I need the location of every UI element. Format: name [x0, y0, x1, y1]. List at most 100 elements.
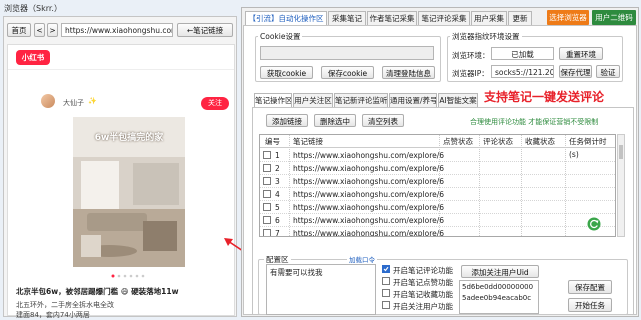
- author-badge: ✨: [88, 97, 97, 105]
- post-line-1: 北五环外，二手房全拆水电全改: [16, 301, 114, 309]
- row-link: https://www.xiaohongshu.com/explore/6: [293, 151, 445, 160]
- col-header-collect: 收藏状态: [525, 137, 555, 146]
- option-checkbox-collect[interactable]: [382, 289, 390, 297]
- usage-note: 合理使用评论功能 才能保证营销不受限制: [470, 118, 599, 126]
- env-group-label: 浏览器指纹环境设置: [450, 31, 522, 42]
- forward-button[interactable]: >: [47, 23, 58, 37]
- col-header-num: 编号: [265, 137, 280, 146]
- env-label: 浏览环境：: [452, 51, 490, 60]
- home-button[interactable]: 首页: [7, 23, 31, 37]
- option-label-comment[interactable]: 开启笔记评论功能: [393, 265, 453, 276]
- browser-pane: 首页 < > https://www.xiaohongshu.com/explo…: [3, 16, 237, 319]
- row-checkbox[interactable]: [263, 229, 271, 236]
- delete-selected-button[interactable]: 删除选中: [314, 114, 356, 127]
- post-line-2: 建面84，套内74小两居: [16, 311, 90, 319]
- load-command-link[interactable]: 加载口令: [347, 254, 377, 264]
- url-input[interactable]: https://www.xiaohongshu.com/explore: [61, 23, 173, 37]
- divider: [8, 69, 234, 70]
- env-status-field: 已加载: [491, 47, 554, 60]
- tab-note-operations[interactable]: 笔记操作区: [254, 93, 292, 107]
- option-label-collect[interactable]: 开启笔记收藏功能: [393, 289, 453, 300]
- select-browser-button[interactable]: 选择浏览器: [547, 10, 589, 25]
- webview: 小红书 大仙子 ✨ 关注 6w半包搞完的家 北京半包6w，被邻居踢爆门槛 😄 硬…: [7, 44, 235, 319]
- row-link: https://www.xiaohongshu.com/explore/6: [293, 216, 445, 225]
- notes-table[interactable]: 编号 笔记链接 点赞状态 评论状态 收藏状态 任务倒计时(s) 1 https:/…: [259, 134, 616, 237]
- option-checkbox-comment[interactable]: [382, 265, 390, 273]
- reset-env-button[interactable]: 重置环境: [559, 47, 603, 60]
- row-checkbox[interactable]: [263, 216, 271, 224]
- uid-item: 5adee0b94eacab0c: [462, 294, 532, 302]
- xiaohongshu-logo[interactable]: 小红书: [16, 50, 50, 65]
- row-checkbox[interactable]: [263, 164, 271, 172]
- table-row[interactable]: 3 https://www.xiaohongshu.com/explore/6: [260, 175, 615, 188]
- save-proxy-button[interactable]: 保存代理: [559, 65, 592, 78]
- refresh-icon[interactable]: [587, 217, 601, 231]
- row-checkbox[interactable]: [263, 177, 271, 185]
- save-cookie-button[interactable]: 保存cookie: [321, 66, 374, 79]
- table-scrollbar[interactable]: [617, 134, 625, 237]
- tab-collect-notes[interactable]: 采集笔记: [328, 11, 366, 25]
- proxy-input[interactable]: socks5://121.204.18: [491, 65, 554, 78]
- option-label-like[interactable]: 开启笔记点赞功能: [393, 277, 453, 288]
- row-checkbox[interactable]: [263, 203, 271, 211]
- row-link: https://www.xiaohongshu.com/explore/6: [293, 164, 445, 173]
- comment-textarea[interactable]: 有需要可以找我: [266, 264, 376, 315]
- col-header-link: 笔记链接: [293, 137, 323, 146]
- user-qrcode-button[interactable]: 用户二维码: [592, 10, 636, 25]
- col-divider: [439, 135, 440, 236]
- clear-list-button[interactable]: 清空列表: [362, 114, 404, 127]
- tab-general-settings[interactable]: 通用设置/养号: [389, 93, 437, 107]
- tab-automation[interactable]: 【引流】自动化操作区: [245, 11, 327, 25]
- option-checkbox-follow[interactable]: [382, 301, 390, 309]
- table-row[interactable]: 6 https://www.xiaohongshu.com/explore/6: [260, 214, 615, 227]
- tab-author-notes[interactable]: 作者笔记采集: [367, 11, 417, 25]
- verify-button[interactable]: 验证: [596, 65, 620, 78]
- post-title: 北京半包6w，被邻居踢爆门槛 😄 硬装落地11w: [16, 287, 179, 296]
- image-title: 6w半包搞完的家: [94, 133, 164, 143]
- tab-user-follow[interactable]: 用户关注区: [293, 93, 333, 107]
- col-header-like: 点赞状态: [443, 137, 473, 146]
- row-num: 6: [275, 216, 280, 225]
- table-row[interactable]: 2 https://www.xiaohongshu.com/explore/6: [260, 162, 615, 175]
- carousel-dots[interactable]: [111, 271, 151, 278]
- scrollbar-thumb[interactable]: [619, 145, 623, 159]
- row-checkbox[interactable]: [263, 151, 271, 159]
- uid-item: 5d6be0dd00000000: [462, 283, 534, 291]
- table-row[interactable]: 7 https://www.xiaohongshu.com/explore/6: [260, 227, 615, 237]
- table-row[interactable]: 5 https://www.xiaohongshu.com/explore/6: [260, 201, 615, 214]
- author-name[interactable]: 大仙子: [63, 98, 84, 108]
- row-link: https://www.xiaohongshu.com/explore/6: [293, 229, 445, 237]
- add-follow-uid-button[interactable]: 添加关注用户Uid: [461, 265, 539, 278]
- clear-login-button[interactable]: 清理登陆信息: [382, 66, 435, 79]
- tab-user-collect[interactable]: 用户采集: [471, 11, 507, 25]
- cookie-group-label: Cookie设置: [258, 31, 303, 42]
- tab-update[interactable]: 更新: [508, 11, 532, 25]
- uid-list[interactable]: 5d6be0dd00000000 5adee0b94eacab0c: [459, 280, 539, 314]
- start-task-button[interactable]: 开始任务: [568, 298, 612, 312]
- row-num: 2: [275, 164, 280, 173]
- col-divider: [479, 135, 480, 236]
- follow-button[interactable]: 关注: [201, 97, 229, 110]
- col-header-comment: 评论状态: [483, 137, 513, 146]
- tab-ai-copy[interactable]: AI智能文案: [438, 93, 478, 107]
- post-image[interactable]: 6w半包搞完的家: [73, 117, 185, 267]
- table-row[interactable]: 1 https://www.xiaohongshu.com/explore/6: [260, 149, 615, 162]
- tab-comment-monitor[interactable]: 笔记新评论监听: [334, 93, 388, 107]
- add-link-button[interactable]: 添加链接: [266, 114, 308, 127]
- save-config-button[interactable]: 保存配置: [568, 280, 612, 294]
- table-header-row: 编号 笔记链接 点赞状态 评论状态 收藏状态 任务倒计时(s): [260, 135, 615, 159]
- get-cookie-button[interactable]: 获取cookie: [260, 66, 313, 79]
- col-divider: [565, 135, 566, 236]
- row-checkbox[interactable]: [263, 190, 271, 198]
- row-num: 3: [275, 177, 280, 186]
- cookie-field[interactable]: [260, 46, 434, 60]
- option-label-follow[interactable]: 开启关注用户功能: [393, 301, 453, 312]
- back-button[interactable]: <: [34, 23, 45, 37]
- table-row[interactable]: 4 https://www.xiaohongshu.com/explore/6: [260, 188, 615, 201]
- col-divider: [289, 135, 290, 236]
- tab-comment-collect[interactable]: 笔记评论采集: [418, 11, 470, 25]
- row-num: 5: [275, 203, 280, 212]
- avatar[interactable]: [41, 94, 55, 108]
- option-checkbox-like[interactable]: [382, 277, 390, 285]
- note-link-button[interactable]: ←笔记链接: [177, 23, 233, 37]
